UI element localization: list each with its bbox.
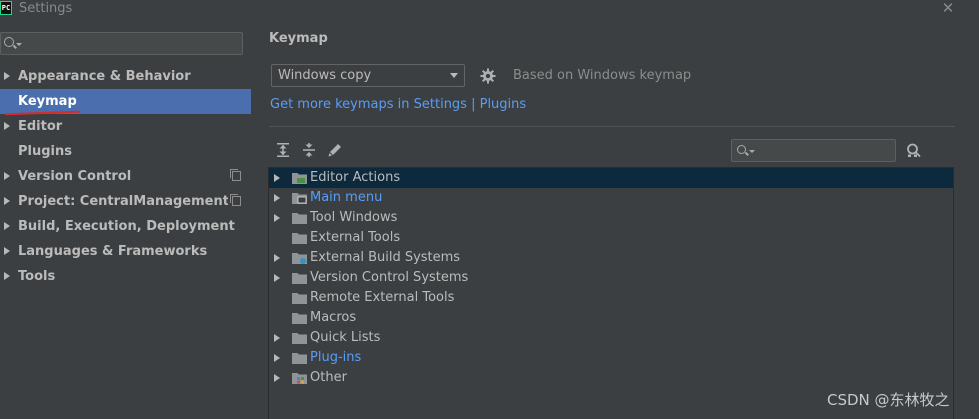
tree-item-label: External Build Systems: [310, 250, 461, 265]
settings-sidebar: Appearance & Behavior Keymap Editor Plugins…: [0, 20, 251, 419]
sidebar-item-label: Editor: [18, 119, 63, 134]
tree-item-label: Tool Windows: [310, 210, 398, 225]
close-icon[interactable]: ✕: [938, 0, 958, 18]
tree-item-remote-external-tools[interactable]: Remote External Tools: [269, 288, 953, 308]
chevron-down-icon: [450, 73, 458, 78]
main-menu-folder-icon: [292, 193, 307, 204]
filter-history-dropdown-icon[interactable]: [749, 150, 755, 153]
tree-item-external-build-systems[interactable]: External Build Systems: [269, 248, 953, 268]
other-folder-icon: [292, 373, 307, 384]
divider: [269, 126, 955, 127]
chevron-right-icon[interactable]: [4, 272, 10, 280]
chevron-right-icon[interactable]: [4, 197, 10, 205]
search-history-dropdown-icon[interactable]: [16, 43, 22, 46]
page-title: Keymap: [269, 31, 328, 46]
chevron-right-icon[interactable]: [274, 194, 280, 202]
chevron-right-icon[interactable]: [4, 222, 10, 230]
keymap-panel: Keymap Windows copy Based on Windows key…: [251, 20, 979, 419]
chevron-right-icon[interactable]: [274, 334, 280, 342]
tree-item-label: Plug-ins: [310, 350, 362, 365]
keymap-filter-input[interactable]: [756, 142, 891, 159]
sidebar-item-tools[interactable]: Tools: [0, 264, 251, 289]
keymap-actions-tree: Editor Actions Main menu Tool Windows Exter…: [268, 167, 954, 419]
keymap-select-value: Windows copy: [278, 68, 372, 83]
folder-icon: [292, 273, 307, 284]
tree-item-label: Quick Lists: [310, 330, 381, 345]
tree-item-label: Version Control Systems: [310, 270, 469, 285]
tree-item-plug-ins[interactable]: Plug-ins: [269, 348, 953, 368]
project-level-copy-icon: [230, 194, 241, 206]
sidebar-item-languages-frameworks[interactable]: Languages & Frameworks: [0, 239, 251, 264]
tree-item-version-control-systems[interactable]: Version Control Systems: [269, 268, 953, 288]
chevron-right-icon[interactable]: [4, 72, 10, 80]
editor-actions-folder-icon: [292, 173, 307, 184]
tree-item-label: Macros: [310, 310, 357, 325]
chevron-right-icon[interactable]: [274, 254, 280, 262]
chevron-right-icon[interactable]: [274, 174, 280, 182]
pencil-icon[interactable]: [327, 142, 343, 158]
window-title: Settings: [19, 1, 73, 16]
get-more-keymaps-link-text[interactable]: Get more keymaps in Settings | Plugins: [270, 97, 526, 112]
tree-item-label: External Tools: [310, 230, 401, 245]
sidebar-item-label: Tools: [18, 269, 56, 284]
sidebar-item-project[interactable]: Project: CentralManagementSyst...: [0, 189, 251, 214]
folder-icon: [292, 293, 307, 304]
tree-item-other[interactable]: Other: [269, 368, 953, 388]
tree-item-quick-lists[interactable]: Quick Lists: [269, 328, 953, 348]
sidebar-item-editor[interactable]: Editor: [0, 114, 251, 139]
settings-search-box[interactable]: [0, 32, 243, 55]
sidebar-item-appearance-behavior[interactable]: Appearance & Behavior: [0, 64, 251, 89]
tree-item-editor-actions[interactable]: Editor Actions: [269, 168, 953, 188]
chevron-right-icon[interactable]: [274, 214, 280, 222]
tree-item-macros[interactable]: Macros: [269, 308, 953, 328]
chevron-right-icon[interactable]: [4, 172, 10, 180]
sidebar-item-label: Project: CentralManagementSyst...: [18, 194, 228, 209]
search-icon: [737, 145, 746, 154]
title-bar: PC Settings ✕: [0, 0, 979, 20]
keymap-select[interactable]: Windows copy: [271, 64, 465, 87]
chevron-right-icon[interactable]: [274, 354, 280, 362]
gear-icon[interactable]: [480, 68, 496, 84]
tree-item-label: Other: [310, 370, 347, 385]
folder-icon: [292, 353, 307, 364]
sidebar-item-label: Build, Execution, Deployment: [18, 219, 235, 234]
keymap-filter-box[interactable]: [731, 139, 896, 162]
tree-item-label: Main menu: [310, 190, 383, 205]
chevron-right-icon[interactable]: [4, 247, 10, 255]
build-systems-folder-icon: [292, 253, 307, 264]
sidebar-item-label: Version Control: [18, 169, 132, 184]
sidebar-item-label: Appearance & Behavior: [18, 69, 191, 84]
csdn-watermark: CSDN @东林牧之: [827, 391, 950, 409]
tree-item-label: Editor Actions: [310, 170, 401, 185]
settings-window: PC Settings ✕ Appearance & Behavior Keyma…: [0, 0, 979, 419]
tree-item-main-menu[interactable]: Main menu: [269, 188, 953, 208]
pycharm-app-icon: PC: [0, 1, 12, 15]
sidebar-item-plugins[interactable]: Plugins: [0, 139, 251, 164]
chevron-right-icon[interactable]: [274, 274, 280, 282]
tree-item-label: Remote External Tools: [310, 290, 455, 305]
expand-all-icon[interactable]: [275, 142, 291, 158]
get-more-keymaps-link[interactable]: Get more keymaps in Settings | Plugins: [270, 97, 526, 112]
sidebar-item-build-execution-deployment[interactable]: Build, Execution, Deployment: [0, 214, 251, 239]
sidebar-item-version-control[interactable]: Version Control: [0, 164, 251, 189]
chevron-right-icon[interactable]: [4, 122, 10, 130]
folder-icon: [292, 333, 307, 344]
sidebar-item-label: Plugins: [18, 144, 72, 159]
sidebar-item-label: Languages & Frameworks: [18, 244, 208, 259]
settings-search-input[interactable]: [23, 35, 238, 52]
settings-nav-tree: Appearance & Behavior Keymap Editor Plugins…: [0, 64, 251, 289]
sidebar-item-keymap[interactable]: Keymap: [0, 89, 251, 116]
search-icon: [4, 37, 14, 47]
folder-icon: [292, 233, 307, 244]
project-level-copy-icon: [230, 169, 241, 181]
based-on-label: Based on Windows keymap: [513, 68, 692, 83]
find-by-shortcut-icon[interactable]: [905, 142, 923, 160]
tree-item-external-tools[interactable]: External Tools: [269, 228, 953, 248]
folder-icon: [292, 213, 307, 224]
collapse-all-icon[interactable]: [301, 142, 317, 158]
folder-icon: [292, 313, 307, 324]
tree-item-tool-windows[interactable]: Tool Windows: [269, 208, 953, 228]
chevron-right-icon[interactable]: [274, 374, 280, 382]
